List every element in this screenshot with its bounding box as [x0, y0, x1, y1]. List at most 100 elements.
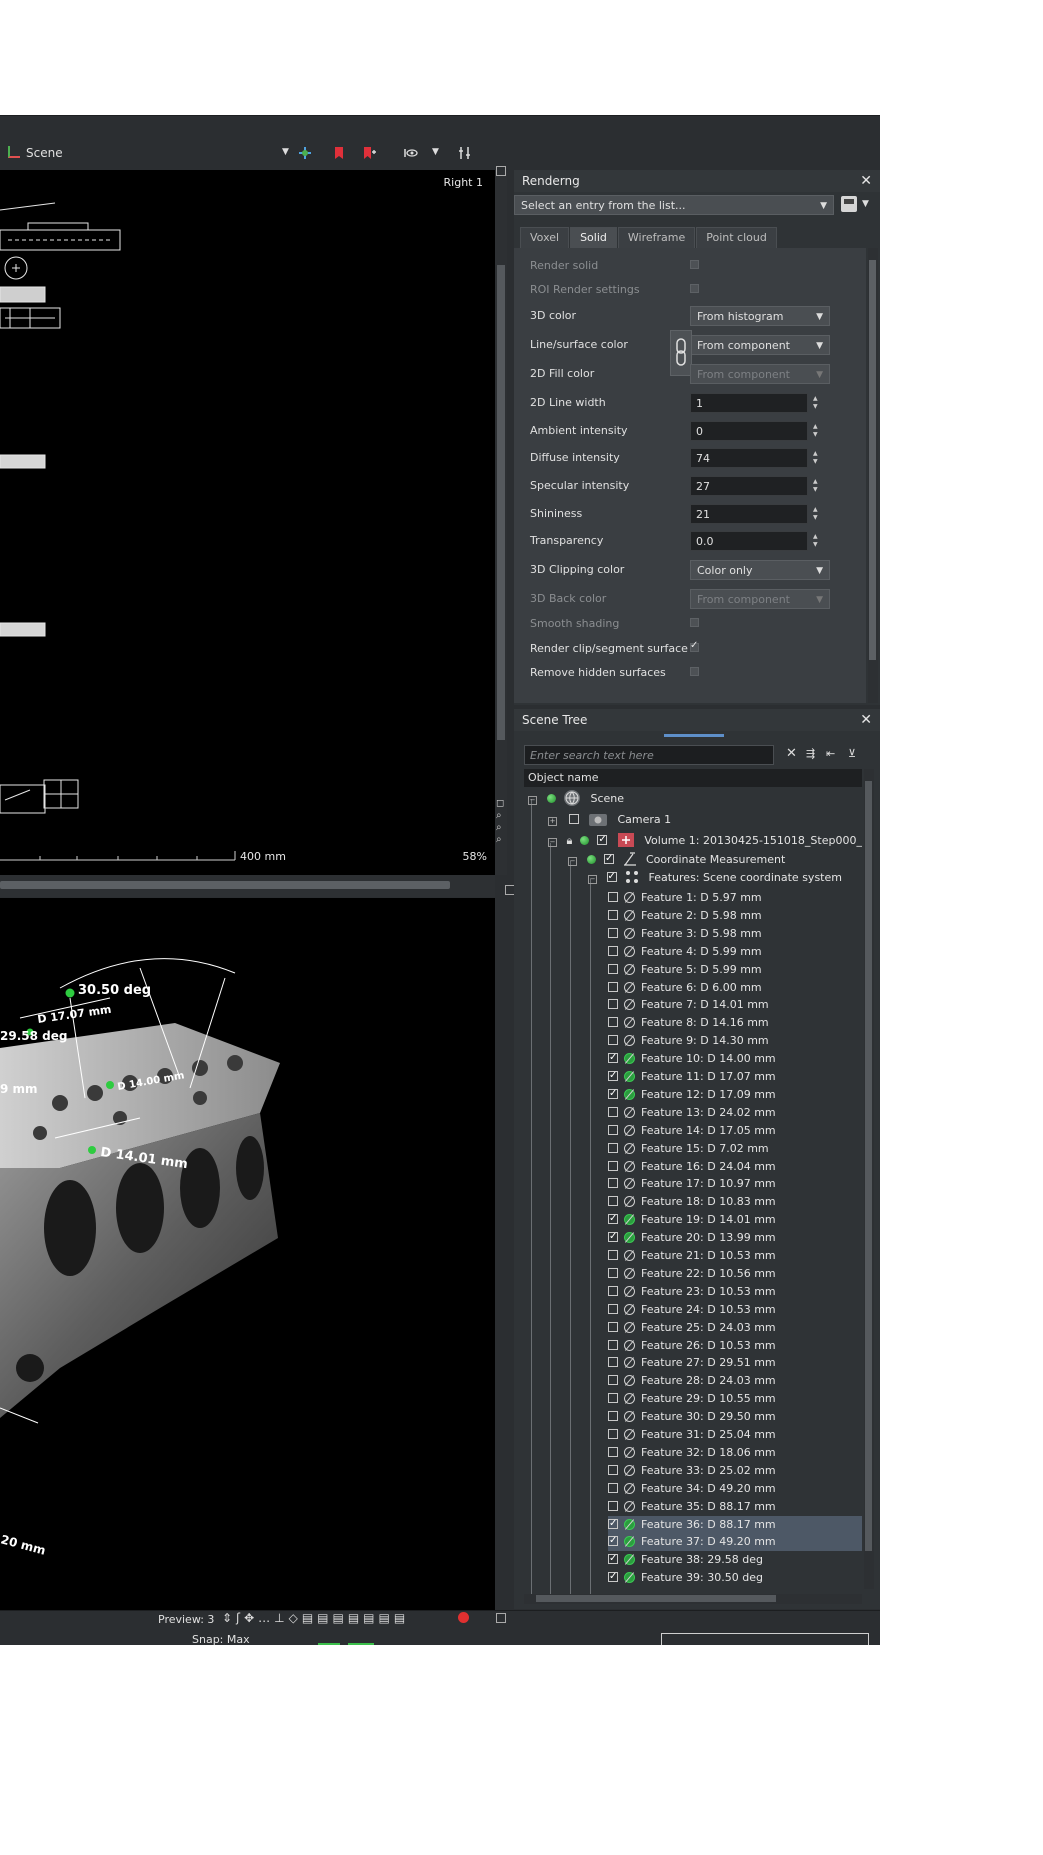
viewport-2d-right[interactable]: Right 1 400 mm 58% [0, 170, 495, 875]
feature-checkbox[interactable] [608, 1250, 618, 1260]
spinner-icon[interactable]: ▲ ▼ [813, 506, 821, 522]
transform-icon[interactable] [298, 146, 312, 160]
expand-all-icon[interactable]: ⇶ [806, 747, 815, 760]
feature-checkbox[interactable] [608, 1124, 618, 1135]
spinner-icon[interactable]: ▲ ▼ [813, 450, 821, 466]
3d-color-select[interactable]: From histogram ▼ [690, 306, 830, 326]
line-surface-color-select[interactable]: From component ▼ [690, 335, 830, 355]
tab-voxel[interactable]: Voxel [520, 227, 570, 248]
tree-row-feature[interactable]: Feature 34: D 49.20 mm [608, 1480, 862, 1498]
feature-checkbox[interactable] [608, 1550, 618, 1568]
tree-row-feature[interactable]: Feature 14: D 17.05 mm [608, 1122, 862, 1140]
feature-checkbox[interactable] [608, 1228, 618, 1246]
tree-row-feature[interactable]: Feature 32: D 18.06 mm [608, 1444, 862, 1462]
feature-checkbox[interactable] [608, 981, 618, 992]
rendering-preset-select[interactable]: Select an entry from the list... ▼ [514, 195, 834, 215]
feature-checkbox[interactable] [608, 1464, 618, 1475]
feature-checkbox[interactable] [608, 1500, 618, 1511]
active-dot-icon[interactable] [546, 794, 556, 803]
zoom-tools[interactable]: ◻ ⌕ ⌕ ⌕ [496, 798, 504, 846]
render-clip-surface-checkbox[interactable] [690, 640, 699, 652]
viewport-horizontal-scrollbar[interactable] [0, 875, 495, 897]
scene-dropdown-caret-icon[interactable]: ▼ [282, 147, 289, 157]
feature-checkbox[interactable] [608, 999, 618, 1010]
feature-checkbox[interactable] [608, 1339, 618, 1350]
feature-checkbox[interactable] [608, 1482, 618, 1493]
tree-row-coordinate-measurement[interactable]: − Coordinate Measurement [568, 850, 785, 869]
feature-checkbox[interactable] [608, 1446, 618, 1457]
tree-row-feature[interactable]: Feature 15: D 7.02 mm [608, 1140, 862, 1158]
feature-checkbox[interactable] [608, 1142, 618, 1153]
2d-line-width-input[interactable]: 1 [690, 393, 808, 413]
feature-checkbox[interactable] [608, 1049, 618, 1067]
tree-row-feature[interactable]: Feature 20: D 13.99 mm [608, 1228, 862, 1247]
spinner-icon[interactable]: ▲ ▼ [813, 533, 821, 549]
feature-checkbox[interactable] [608, 909, 618, 920]
feature-checkbox[interactable] [608, 1393, 618, 1404]
feature-checkbox[interactable] [608, 1085, 618, 1103]
spinner-icon[interactable]: ▲ ▼ [813, 395, 821, 411]
collapse-icon[interactable]: − [588, 875, 597, 884]
feature-checkbox[interactable] [608, 1568, 618, 1586]
expand-icon[interactable]: + [548, 817, 557, 826]
tree-row-feature[interactable]: Feature 17: D 10.97 mm [608, 1175, 862, 1193]
3d-clipping-color-select[interactable]: Color only ▼ [690, 560, 830, 580]
scene-selector[interactable]: Scene [8, 146, 63, 160]
tree-vertical-scrollbar[interactable] [864, 769, 874, 1589]
tree-search-input[interactable]: Enter search text here [524, 745, 774, 765]
maximize-status-icon[interactable] [496, 1613, 506, 1623]
preset-menu-caret-icon[interactable]: ▼ [862, 199, 869, 209]
tree-row-camera[interactable]: + Camera 1 [548, 811, 671, 829]
rendering-scrollbar[interactable] [868, 248, 878, 703]
transparency-input[interactable]: 0.0 [690, 531, 808, 551]
tree-row-feature[interactable]: Feature 3: D 5.98 mm [608, 925, 862, 943]
feature-checkbox[interactable] [608, 963, 618, 974]
active-dot-icon[interactable] [579, 836, 589, 845]
feature-checkbox[interactable] [608, 1375, 618, 1386]
bookmark-icon[interactable] [332, 146, 346, 160]
roi-render-checkbox[interactable] [690, 284, 699, 293]
tools-icon[interactable] [458, 146, 472, 160]
visibility-dropdown-caret-icon[interactable]: ▼ [432, 147, 439, 157]
collapse-icon[interactable]: − [568, 857, 577, 866]
tree-row-scene[interactable]: − Scene [528, 789, 624, 807]
feature-checkbox[interactable] [608, 1429, 618, 1439]
feature-checkbox[interactable] [608, 1321, 618, 1332]
close-icon[interactable]: ✕ [860, 709, 872, 731]
tree-row-feature[interactable]: Feature 12: D 17.09 mm [608, 1085, 862, 1104]
lock-icon[interactable]: 🔒︎ [567, 834, 573, 847]
tree-horizontal-scrollbar[interactable] [524, 1594, 862, 1604]
record-icon[interactable] [458, 1612, 469, 1623]
tree-row-feature[interactable]: Feature 31: D 25.04 mm [608, 1426, 862, 1444]
spinner-icon[interactable]: ▲ ▼ [813, 423, 821, 439]
tree-column-header[interactable]: Object name [524, 769, 862, 787]
feature-checkbox[interactable] [608, 1532, 618, 1550]
coord-checkbox[interactable] [604, 850, 614, 868]
tree-row-features-group[interactable]: − Features: Scene coordinate system [588, 868, 842, 887]
smooth-shading-checkbox[interactable] [690, 618, 699, 627]
tree-row-feature[interactable]: Feature 16: D 24.04 mm [608, 1158, 862, 1176]
tree-row-feature[interactable]: Feature 36: D 88.17 mm [608, 1515, 862, 1534]
tree-row-feature[interactable]: Feature 24: D 10.53 mm [608, 1301, 862, 1319]
diffuse-intensity-input[interactable]: 74 [690, 448, 808, 468]
tree-row-feature[interactable]: Feature 6: D 6.00 mm [608, 979, 862, 997]
feature-checkbox[interactable] [608, 1411, 618, 1422]
feature-checkbox[interactable] [608, 927, 618, 938]
feature-checkbox[interactable] [608, 1035, 618, 1046]
feature-checkbox[interactable] [608, 892, 618, 902]
render-solid-checkbox[interactable] [690, 260, 699, 269]
feature-checkbox[interactable] [608, 1106, 618, 1117]
feature-checkbox[interactable] [608, 1017, 618, 1028]
tree-row-feature[interactable]: Feature 38: 29.58 deg [608, 1550, 862, 1569]
tree-row-feature[interactable]: Feature 39: 30.50 deg [608, 1568, 862, 1587]
feature-checkbox[interactable] [608, 1210, 618, 1228]
feature-checkbox[interactable] [608, 1357, 618, 1368]
volume-checkbox[interactable] [597, 831, 608, 849]
tree-row-feature[interactable]: Feature 7: D 14.01 mm [608, 996, 862, 1014]
remove-hidden-surfaces-checkbox[interactable] [690, 667, 699, 676]
tree-row-feature[interactable]: Feature 13: D 24.02 mm [608, 1104, 862, 1122]
collapse-icon[interactable]: − [548, 838, 557, 847]
tree-row-feature[interactable]: Feature 1: D 5.97 mm [608, 889, 862, 907]
tree-row-feature[interactable]: Feature 8: D 14.16 mm [608, 1014, 862, 1032]
feature-checkbox[interactable] [608, 1178, 618, 1189]
